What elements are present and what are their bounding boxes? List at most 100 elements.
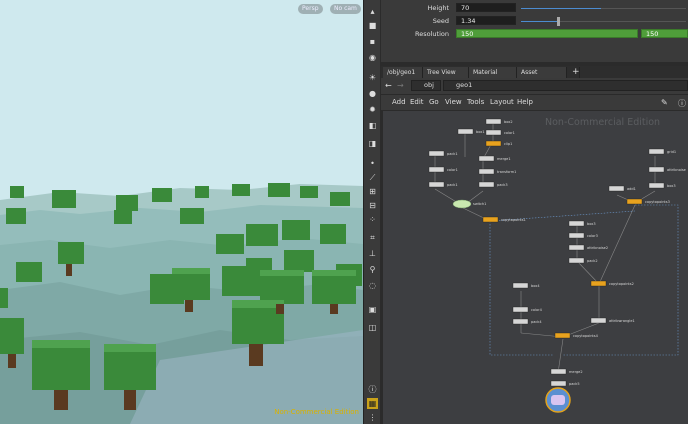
node-color3[interactable]: color3 — [568, 232, 598, 239]
node-pack5[interactable]: pack5 — [550, 380, 580, 387]
menu-add[interactable]: Add — [392, 98, 406, 106]
info-icon[interactable]: ⓘ — [367, 384, 378, 395]
info-menu-icon[interactable]: ⓘ — [678, 98, 686, 109]
snap-icon[interactable]: ⊞ — [367, 186, 378, 197]
height-slider-fill — [521, 8, 601, 9]
camera-icon[interactable]: ▣ — [367, 304, 378, 315]
scene-viewport[interactable]: Persp No cam Non-Commercial Edition — [0, 0, 363, 424]
node-box2[interactable]: box2 — [485, 118, 513, 125]
camera-button[interactable]: No cam — [330, 4, 361, 14]
lock2-icon[interactable]: ▪ — [367, 36, 378, 47]
tool-icon[interactable]: ⚲ — [367, 264, 378, 275]
node-attribnoise2[interactable]: attribnoise2 — [568, 244, 608, 251]
grid-icon[interactable]: ⊟ — [367, 200, 378, 211]
node-pack1[interactable]: pack1 — [428, 181, 458, 188]
path-geo[interactable]: geo1 — [443, 80, 688, 91]
node-color1[interactable]: color1 — [485, 129, 515, 136]
tab-material-palette[interactable]: Material Palette — [469, 67, 517, 87]
node-box3[interactable]: box3 — [568, 220, 596, 227]
tab-tree-view[interactable]: Tree View — [423, 67, 469, 78]
axis-icon[interactable]: ⟋ — [367, 172, 378, 183]
node-label: attribnoise — [667, 168, 686, 172]
layout-icon[interactable]: ▦ — [367, 398, 378, 409]
seed-field[interactable]: 1.34 — [456, 16, 516, 25]
wrench-icon[interactable]: ✎ — [661, 98, 668, 107]
shading-icon[interactable]: ◧ — [367, 120, 378, 131]
node-color4[interactable]: color4 — [512, 306, 543, 313]
node-merge2[interactable]: merge2 — [550, 368, 583, 375]
node-label: pack4 — [531, 320, 542, 324]
tab-asset-browser[interactable]: Asset Browser — [517, 67, 567, 87]
display-icon[interactable]: ◨ — [367, 138, 378, 149]
network-editor[interactable]: Non-Commercial Edition box2 color1 clip1… — [383, 111, 688, 424]
node-copytopoints3[interactable]: copytopoints3 — [626, 198, 670, 205]
menu-layout[interactable]: Layout — [490, 98, 514, 106]
node-attribnoise[interactable]: attribnoise — [648, 166, 686, 173]
menu-go[interactable]: Go — [429, 98, 439, 106]
output-node-icon[interactable] — [545, 387, 571, 413]
node-box1[interactable]: box1 — [457, 128, 485, 135]
node-label: box4 — [531, 284, 540, 288]
node-label: box3 — [667, 184, 676, 188]
pane-tabs: /obj/geo1 Tree View Material Palette Ass… — [381, 66, 688, 87]
node-label: pack1 — [447, 183, 458, 187]
ghost-icon[interactable]: ◌ — [367, 280, 378, 291]
node-label: switch1 — [473, 202, 486, 206]
node-label: merge2 — [569, 370, 583, 374]
menu-help[interactable]: Help — [517, 98, 533, 106]
light-icon[interactable]: ☀ — [367, 72, 378, 83]
parameter-panel: Height 70 Seed 1.34 Resolution 150 150 — [381, 0, 688, 62]
points-icon[interactable]: ⁘ — [367, 214, 378, 225]
resolution-field-2[interactable]: 150 — [641, 29, 688, 38]
pin-icon[interactable]: ▴ — [367, 6, 378, 17]
network-menu: Add Edit Go View Tools Layout Help ✎ ⓘ — [381, 94, 688, 110]
node-merge1[interactable]: merge1 — [478, 155, 511, 162]
eye-icon[interactable]: ◉ — [367, 52, 378, 63]
node-copytopoints1[interactable]: copytopoints1 — [482, 216, 526, 223]
node-label: color3 — [587, 234, 598, 238]
normal-icon[interactable]: ⊥ — [367, 248, 378, 259]
node-color1[interactable]: color1 — [428, 166, 458, 173]
node-label: color1 — [447, 168, 458, 172]
node-attribwrangle1[interactable]: attribwrangle1 — [590, 317, 635, 324]
node-label: grid1 — [667, 150, 676, 154]
node-clip1[interactable]: clip1 — [485, 140, 512, 147]
menu-edit[interactable]: Edit — [410, 98, 424, 106]
node-label: pack1 — [447, 152, 458, 156]
node-box4[interactable]: box4 — [512, 282, 540, 289]
height-field[interactable]: 70 — [456, 3, 516, 12]
lock-icon[interactable]: ■ — [367, 20, 378, 31]
seed-slider-handle[interactable] — [557, 17, 560, 26]
resolution-label: Resolution — [415, 30, 449, 38]
node-label: pack5 — [569, 382, 580, 386]
wire-icon[interactable]: ⌗ — [367, 232, 378, 243]
render-icon[interactable]: ◫ — [367, 322, 378, 333]
node-label: box2 — [504, 120, 513, 124]
forward-icon[interactable]: → — [397, 81, 404, 90]
more-icon[interactable]: ⋮ — [367, 412, 378, 423]
node-pack2[interactable]: pack2 — [568, 257, 598, 264]
back-icon[interactable]: ← — [385, 81, 392, 90]
node-label: clip1 — [504, 142, 512, 146]
node-copytopoints4[interactable]: copytopoints4 — [554, 332, 599, 339]
menu-tools[interactable]: Tools — [467, 98, 484, 106]
node-pack3[interactable]: pack3 — [478, 181, 508, 188]
seed-label: Seed — [432, 17, 449, 25]
tab-geo1[interactable]: /obj/geo1 — [383, 67, 423, 78]
node-pack4[interactable]: pack4 — [512, 318, 542, 325]
add-tab-icon[interactable]: + — [568, 67, 580, 78]
node-copytopoints2[interactable]: copytopoints2 — [590, 280, 634, 287]
menu-view[interactable]: View — [445, 98, 462, 106]
persp-button[interactable]: Persp — [298, 4, 323, 14]
node-label: add1 — [627, 187, 636, 191]
node-transform1[interactable]: transform1 — [478, 168, 516, 175]
node-pack1[interactable]: pack1 — [428, 150, 458, 157]
node-box3[interactable]: box3 — [648, 182, 676, 189]
path-obj[interactable]: obj — [411, 80, 441, 91]
node-grid1[interactable]: grid1 — [648, 148, 676, 155]
dot-icon[interactable]: • — [367, 158, 378, 169]
resolution-field-1[interactable]: 150 — [456, 29, 638, 38]
bulb-icon[interactable]: ● — [367, 88, 378, 99]
node-add1[interactable]: add1 — [608, 185, 636, 192]
light2-icon[interactable]: ✹ — [367, 104, 378, 115]
